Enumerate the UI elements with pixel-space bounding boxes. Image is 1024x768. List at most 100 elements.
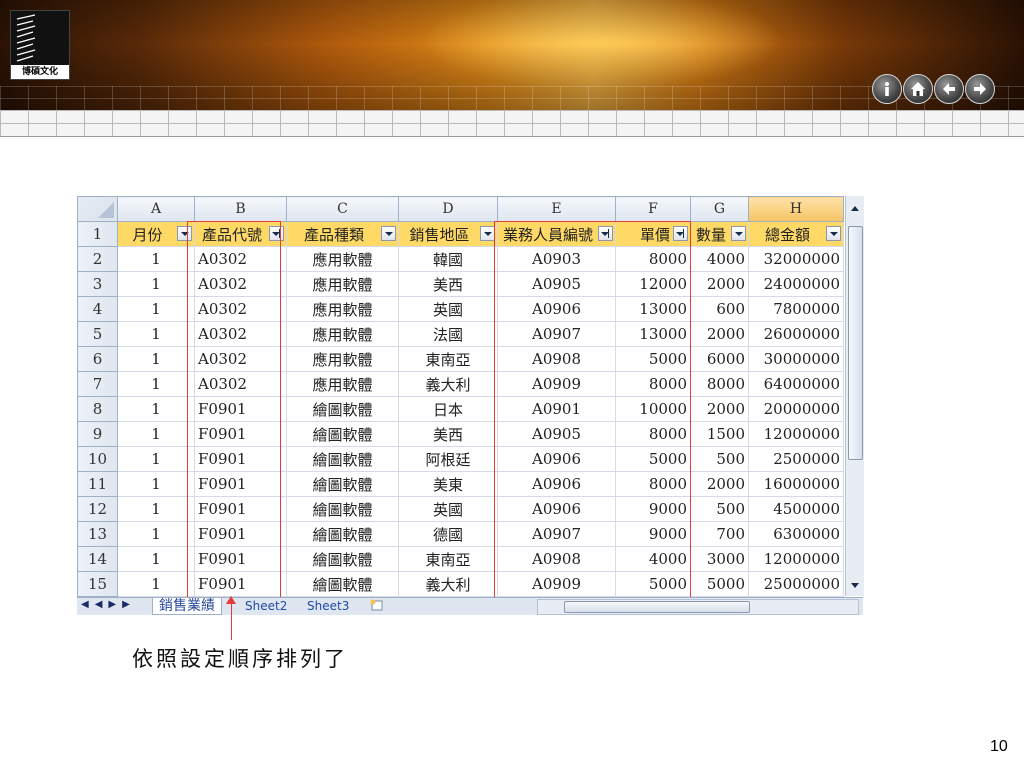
- table-cell[interactable]: 9000: [615, 521, 691, 547]
- table-cell[interactable]: 義大利: [398, 571, 498, 597]
- filter-dropdown-icon[interactable]: [731, 226, 746, 241]
- sort-filter-dropdown-icon[interactable]: [269, 226, 284, 241]
- last-sheet-icon[interactable]: ▶︎: [122, 599, 130, 610]
- table-cell[interactable]: 美西: [398, 421, 498, 447]
- table-cell[interactable]: 8000: [690, 371, 749, 397]
- table-cell[interactable]: A0302: [194, 246, 287, 272]
- filter-dropdown-icon[interactable]: [480, 226, 495, 241]
- vertical-scroll-thumb[interactable]: [848, 226, 863, 460]
- header-cell-product-type[interactable]: 產品種類: [286, 221, 399, 247]
- vertical-scrollbar[interactable]: [845, 196, 864, 596]
- table-cell[interactable]: 4000: [690, 246, 749, 272]
- table-cell[interactable]: 6300000: [748, 521, 844, 547]
- table-cell[interactable]: 1: [117, 446, 195, 472]
- tab-sheet2[interactable]: Sheet2: [239, 598, 293, 614]
- scroll-up-icon[interactable]: [848, 202, 862, 216]
- table-cell[interactable]: 32000000: [748, 246, 844, 272]
- table-cell[interactable]: 26000000: [748, 321, 844, 347]
- table-cell[interactable]: 1: [117, 321, 195, 347]
- table-cell[interactable]: 64000000: [748, 371, 844, 397]
- table-cell[interactable]: 10000: [615, 396, 691, 422]
- table-cell[interactable]: 8000: [615, 471, 691, 497]
- filter-dropdown-icon[interactable]: [381, 226, 396, 241]
- table-cell[interactable]: 5000: [690, 571, 749, 597]
- table-cell[interactable]: 5000: [615, 346, 691, 372]
- table-cell[interactable]: 應用軟體: [286, 321, 399, 347]
- table-cell[interactable]: 美西: [398, 271, 498, 297]
- row-number[interactable]: 3: [77, 271, 118, 297]
- header-cell-unit-price[interactable]: 單價: [615, 221, 691, 247]
- back-button[interactable]: [934, 74, 964, 104]
- insert-sheet-icon[interactable]: [363, 598, 391, 614]
- header-cell-region[interactable]: 銷售地區: [398, 221, 498, 247]
- table-cell[interactable]: 2500000: [748, 446, 844, 472]
- horizontal-scrollbar[interactable]: [537, 599, 859, 615]
- table-cell[interactable]: 1: [117, 471, 195, 497]
- table-cell[interactable]: 1: [117, 421, 195, 447]
- table-cell[interactable]: 1: [117, 246, 195, 272]
- row-number[interactable]: 11: [77, 471, 118, 497]
- table-cell[interactable]: 繪圖軟體: [286, 446, 399, 472]
- table-cell[interactable]: F0901: [194, 421, 287, 447]
- table-cell[interactable]: 4000: [615, 546, 691, 572]
- next-sheet-icon[interactable]: ▶: [108, 599, 116, 610]
- table-cell[interactable]: 韓國: [398, 246, 498, 272]
- column-header-f[interactable]: F: [615, 196, 691, 222]
- table-cell[interactable]: A0909: [497, 571, 616, 597]
- table-cell[interactable]: A0908: [497, 346, 616, 372]
- table-cell[interactable]: 5000: [615, 571, 691, 597]
- table-cell[interactable]: A0906: [497, 471, 616, 497]
- row-number[interactable]: 14: [77, 546, 118, 572]
- header-cell-product-code[interactable]: 產品代號: [194, 221, 287, 247]
- table-cell[interactable]: A0905: [497, 421, 616, 447]
- table-cell[interactable]: 1: [117, 296, 195, 322]
- table-cell[interactable]: 1: [117, 271, 195, 297]
- tab-sales-performance[interactable]: 銷售業績: [152, 598, 222, 615]
- sort-filter-dropdown-icon[interactable]: [673, 226, 688, 241]
- table-cell[interactable]: 8000: [615, 421, 691, 447]
- horizontal-scroll-thumb[interactable]: [564, 601, 750, 613]
- table-cell[interactable]: 應用軟體: [286, 246, 399, 272]
- table-cell[interactable]: A0901: [497, 396, 616, 422]
- header-cell-quantity[interactable]: 數量: [690, 221, 749, 247]
- table-cell[interactable]: F0901: [194, 571, 287, 597]
- header-cell-salesperson-id[interactable]: 業務人員編號: [497, 221, 616, 247]
- table-cell[interactable]: 美東: [398, 471, 498, 497]
- table-cell[interactable]: 13000: [615, 296, 691, 322]
- table-cell[interactable]: 20000000: [748, 396, 844, 422]
- spreadsheet-grid[interactable]: A B C D E F G H 1 月份 產品代號 產品種類 銷售地區 業務人員…: [77, 196, 844, 597]
- table-cell[interactable]: A0302: [194, 321, 287, 347]
- table-cell[interactable]: F0901: [194, 471, 287, 497]
- table-cell[interactable]: 30000000: [748, 346, 844, 372]
- table-cell[interactable]: 700: [690, 521, 749, 547]
- first-sheet-icon[interactable]: ◀︎: [81, 599, 89, 610]
- table-cell[interactable]: 義大利: [398, 371, 498, 397]
- table-cell[interactable]: 500: [690, 496, 749, 522]
- table-cell[interactable]: 500: [690, 446, 749, 472]
- row-number[interactable]: 7: [77, 371, 118, 397]
- filter-dropdown-icon[interactable]: [826, 226, 841, 241]
- table-cell[interactable]: F0901: [194, 521, 287, 547]
- table-cell[interactable]: 1500: [690, 421, 749, 447]
- select-all-corner[interactable]: [77, 196, 118, 222]
- table-cell[interactable]: 3000: [690, 546, 749, 572]
- info-button[interactable]: [872, 74, 902, 104]
- header-cell-total[interactable]: 總金額: [748, 221, 844, 247]
- row-number[interactable]: 9: [77, 421, 118, 447]
- column-header-d[interactable]: D: [398, 196, 498, 222]
- table-cell[interactable]: 繪圖軟體: [286, 496, 399, 522]
- table-cell[interactable]: 應用軟體: [286, 271, 399, 297]
- table-cell[interactable]: 12000000: [748, 421, 844, 447]
- row-number[interactable]: 15: [77, 571, 118, 597]
- table-cell[interactable]: 繪圖軟體: [286, 421, 399, 447]
- table-cell[interactable]: 阿根廷: [398, 446, 498, 472]
- row-number[interactable]: 10: [77, 446, 118, 472]
- table-cell[interactable]: A0907: [497, 521, 616, 547]
- column-header-b[interactable]: B: [194, 196, 287, 222]
- tab-sheet3[interactable]: Sheet3: [301, 598, 355, 614]
- table-cell[interactable]: A0906: [497, 446, 616, 472]
- table-cell[interactable]: F0901: [194, 396, 287, 422]
- forward-button[interactable]: [965, 74, 995, 104]
- row-number[interactable]: 5: [77, 321, 118, 347]
- table-cell[interactable]: 8000: [615, 246, 691, 272]
